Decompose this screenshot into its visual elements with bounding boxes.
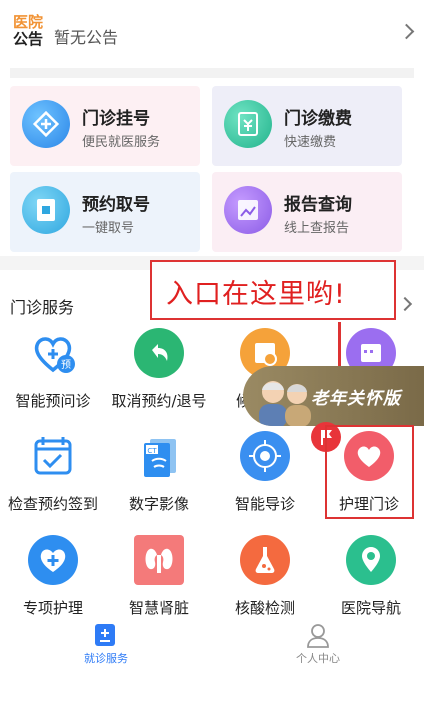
chevron-right-icon[interactable] <box>397 296 413 312</box>
tab-label: 个人中心 <box>296 652 340 665</box>
card-report[interactable]: 报告查询 线上查报告 <box>212 172 402 252</box>
report-icon <box>224 186 272 234</box>
calendar-check-icon <box>28 431 78 481</box>
card-title: 门诊缴费 <box>284 109 352 129</box>
tab-bar: 就诊服务 个人中心 <box>0 618 424 668</box>
registration-icon <box>22 100 70 148</box>
ct-image-icon: CT <box>134 431 184 481</box>
service-label: 检查预约签到 <box>7 495 98 513</box>
card-registration[interactable]: 门诊挂号 便民就医服务 <box>10 86 200 166</box>
service-label: 智慧肾脏 <box>128 599 189 617</box>
medical-cross-icon <box>28 535 78 585</box>
card-subtitle: 快速缴费 <box>284 135 337 150</box>
stethoscope-icon: 预 <box>28 328 78 378</box>
card-payment[interactable]: 门诊缴费 快速缴费 <box>212 86 402 166</box>
service-label: 专项护理 <box>22 599 83 617</box>
svg-text:预: 预 <box>61 359 71 371</box>
card-title: 门诊挂号 <box>82 109 150 129</box>
notice-logo-line1: 医院 <box>13 13 44 31</box>
card-subtitle: 线上查报告 <box>284 221 350 236</box>
service-label: 智能导诊 <box>234 495 295 513</box>
chevron-right-icon <box>398 23 415 40</box>
card-subtitle: 便民就医服务 <box>82 135 161 150</box>
card-subtitle: 一键取号 <box>82 221 135 236</box>
card-take-number[interactable]: 预约取号 一键取号 <box>10 172 200 252</box>
elder-mode-banner[interactable]: 老年关怀版 <box>243 366 424 426</box>
divider <box>10 68 414 78</box>
elder-mode-label: 老年关怀版 <box>311 389 401 409</box>
service-label: 智能预问诊 <box>15 392 91 410</box>
card-title: 预约取号 <box>82 195 150 215</box>
service-label: 核酸检测 <box>234 599 295 617</box>
ticket-icon <box>22 186 70 234</box>
undo-icon <box>134 328 184 378</box>
service-label: 取消预约/退号 <box>111 392 207 410</box>
service-label: 医院导航 <box>340 599 401 617</box>
tab-label: 就诊服务 <box>84 652 128 665</box>
notice-bar[interactable]: 医院 公告 暂无公告 <box>0 0 424 68</box>
section-title: 门诊服务 <box>10 298 75 317</box>
person-icon <box>306 622 330 648</box>
map-pin-icon <box>346 535 396 585</box>
notice-logo-line2: 公告 <box>13 30 44 48</box>
notice-logo: 医院 公告 <box>13 14 47 48</box>
flask-icon <box>240 535 290 585</box>
clinic-service-icon <box>95 624 115 646</box>
kidney-icon <box>134 535 184 585</box>
svg-text:CT: CT <box>147 447 157 455</box>
payment-icon <box>224 100 272 148</box>
notice-text: 暂无公告 <box>54 28 119 47</box>
callout-box: 入口在这里哟! <box>150 260 396 320</box>
service-label: 数字影像 <box>128 495 189 513</box>
callout-text: 入口在这里哟! <box>166 279 346 310</box>
card-title: 报告查询 <box>284 195 352 215</box>
highlight-box <box>325 425 414 519</box>
compass-icon <box>240 431 290 481</box>
